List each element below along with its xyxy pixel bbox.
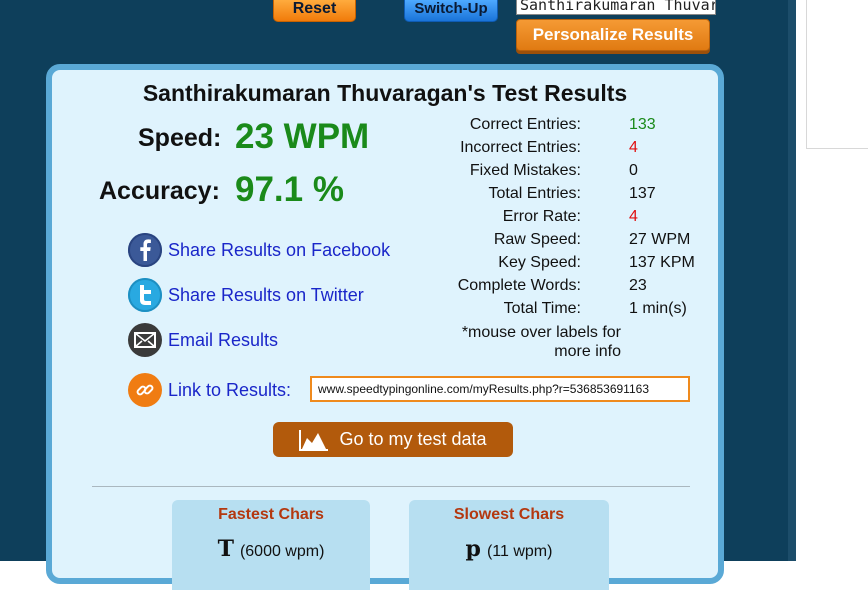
email-icon	[128, 323, 162, 357]
link-to-results-row: Link to Results:	[128, 372, 291, 408]
email-results-link[interactable]: Email Results	[128, 322, 278, 358]
share-twitter-link[interactable]: Share Results on Twitter	[128, 277, 364, 313]
stat-row-total-entries: Total Entries: 137	[412, 185, 712, 207]
slowest-chars-title: Slowest Chars	[453, 506, 565, 523]
speed-value: 23 WPM	[235, 117, 370, 156]
slowest-chars-box: Slowest Chars p (11 wpm)	[409, 500, 609, 590]
stat-label[interactable]: Raw Speed:	[494, 231, 581, 249]
stat-label[interactable]: Key Speed:	[498, 254, 581, 272]
facebook-icon	[128, 233, 162, 267]
stat-label[interactable]: Complete Words:	[458, 277, 581, 295]
share-facebook-label: Share Results on Facebook	[168, 239, 391, 260]
slowest-char: p	[465, 536, 481, 562]
stat-row-fixed-mistakes: Fixed Mistakes: 0	[412, 162, 712, 184]
divider	[92, 486, 690, 487]
speed-label: Speed:	[138, 124, 222, 152]
results-panel: Santhirakumaran Thuvaragan's Test Result…	[46, 64, 724, 590]
stat-label[interactable]: Total Entries:	[489, 185, 581, 203]
stat-value: 1 min(s)	[629, 300, 687, 317]
share-twitter-label: Share Results on Twitter	[168, 284, 364, 305]
mouse-over-note: *mouse over labels for more info	[412, 323, 621, 361]
stat-row-incorrect-entries: Incorrect Entries: 4	[412, 139, 712, 161]
stat-value: 133	[629, 116, 656, 133]
stat-row-raw-speed: Raw Speed: 27 WPM	[412, 231, 712, 253]
fastest-chars-box: Fastest Chars T (6000 wpm)	[172, 500, 370, 590]
go-to-test-data-button[interactable]: Go to my test data	[273, 422, 513, 457]
stat-value: 23	[629, 277, 647, 294]
stat-row-key-speed: Key Speed: 137 KPM	[412, 254, 712, 276]
go-to-test-data-label: Go to my test data	[339, 429, 487, 449]
reset-button[interactable]: Reset	[273, 0, 356, 22]
stat-value: 27 WPM	[629, 231, 691, 248]
note-line-1: *mouse over labels for	[461, 324, 621, 341]
note-line-2: more info	[554, 343, 621, 360]
stat-label[interactable]: Error Rate:	[503, 208, 581, 226]
name-input[interactable]: Santhirakumaran Thuvaragan	[516, 0, 716, 15]
stat-row-total-time: Total Time: 1 min(s)	[412, 300, 712, 322]
stat-row-error-rate: Error Rate: 4	[412, 208, 712, 230]
slowest-char-speed: (11 wpm)	[486, 543, 553, 560]
stat-value: 137	[629, 185, 656, 202]
stat-label[interactable]: Correct Entries:	[470, 116, 581, 134]
stat-value: 0	[629, 162, 638, 179]
results-link-input[interactable]: www.speedtypingonline.com/myResults.php?…	[310, 376, 690, 402]
fastest-char: T	[217, 536, 234, 562]
stat-row-correct-entries: Correct Entries: 133	[412, 116, 712, 138]
stat-label[interactable]: Fixed Mistakes:	[470, 162, 581, 180]
chart-icon	[299, 429, 329, 451]
right-edge-strip	[788, 0, 796, 561]
share-facebook-link[interactable]: Share Results on Facebook	[128, 232, 390, 268]
stat-value: 4	[629, 139, 638, 156]
fastest-chars-title: Fastest Chars	[218, 506, 324, 523]
link-icon	[128, 373, 162, 407]
personalize-results-button[interactable]: Personalize Results	[516, 19, 710, 51]
stat-row-complete-words: Complete Words: 23	[412, 277, 712, 299]
side-ad-panel	[806, 0, 868, 149]
stat-label[interactable]: Total Time:	[504, 300, 581, 318]
results-title: Santhirakumaran Thuvaragan's Test Result…	[142, 80, 628, 106]
stat-value: 4	[629, 208, 638, 225]
fastest-char-speed: (6000 wpm)	[239, 543, 325, 560]
twitter-icon	[128, 278, 162, 312]
slowest-char-row: p (11 wpm)	[409, 536, 609, 562]
accuracy-label: Accuracy:	[99, 177, 220, 205]
stat-value: 137 KPM	[629, 254, 695, 271]
email-results-label: Email Results	[168, 329, 279, 350]
accuracy-value: 97.1 %	[235, 170, 344, 209]
link-to-results-label: Link to Results:	[168, 379, 292, 400]
fastest-char-row: T (6000 wpm)	[172, 536, 370, 562]
switch-up-button[interactable]: Switch-Up	[404, 0, 498, 22]
stat-label[interactable]: Incorrect Entries:	[460, 139, 581, 157]
